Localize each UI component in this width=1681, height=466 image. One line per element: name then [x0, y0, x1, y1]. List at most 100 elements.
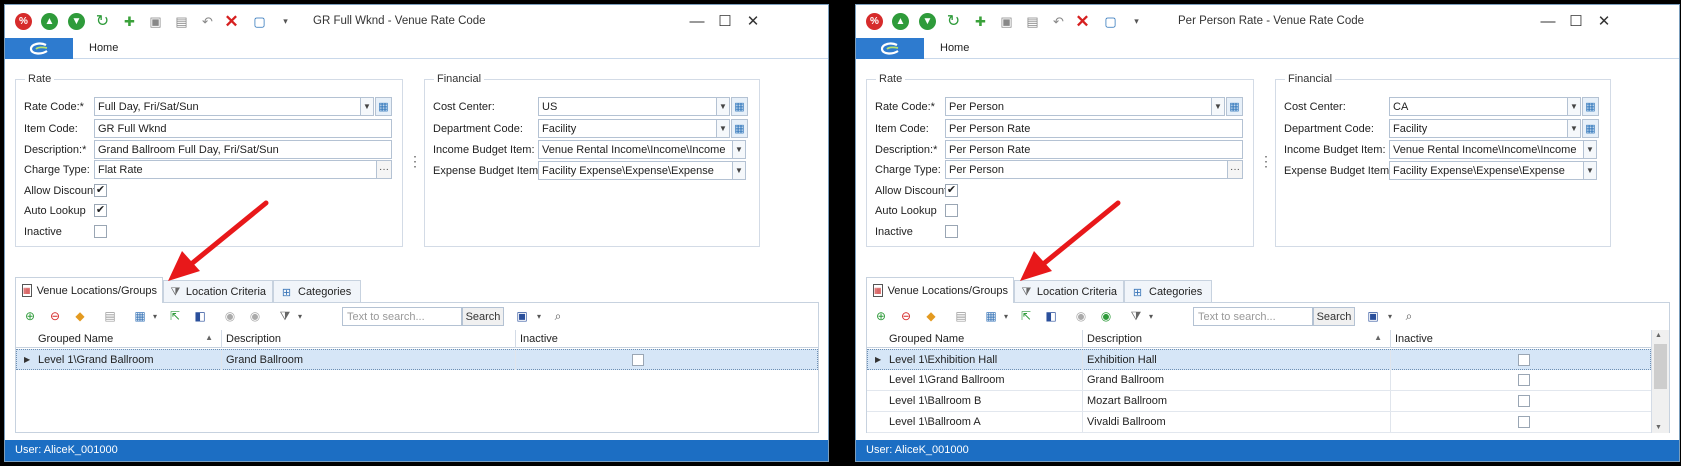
inactive-checkbox[interactable]	[1518, 354, 1530, 366]
charge-type-input[interactable]: Per Person	[945, 160, 1228, 179]
lookup-grid-icon[interactable]: ▦	[731, 97, 748, 116]
columns-icon[interactable]: ▦	[983, 308, 999, 324]
ellipsis-button[interactable]: ···	[376, 160, 392, 179]
move-down-icon[interactable]: ◉	[247, 308, 263, 324]
description-input[interactable]: Grand Ballroom Full Day, Fri/Sat/Sun	[94, 140, 392, 159]
expense-budget-item-select[interactable]: Facility Expense\Expense\Expense	[1389, 161, 1584, 180]
search-button[interactable]: Search	[1313, 307, 1355, 326]
search-button[interactable]: Search	[462, 307, 504, 326]
table-row[interactable]: ▶ Level 1\Exhibition Hall Exhibition Hal…	[867, 349, 1651, 370]
move-up-icon[interactable]: ▲	[41, 13, 58, 30]
book-icon[interactable]: ◧	[1043, 308, 1059, 324]
close-icon[interactable]: ✕	[1593, 12, 1615, 30]
search-input[interactable]: Text to search...	[342, 307, 462, 326]
chevron-down-icon[interactable]: ▼	[1567, 97, 1581, 116]
cost-center-select[interactable]: CA	[1389, 97, 1568, 116]
chevron-down-icon[interactable]: ▾	[531, 308, 547, 324]
department-code-select[interactable]: Facility	[1389, 119, 1568, 138]
lookup-grid-icon[interactable]: ▦	[1582, 119, 1599, 138]
customize-toolbar-icon[interactable]: ▾	[277, 13, 294, 30]
minimize-icon[interactable]: —	[1537, 12, 1559, 30]
column-header-grouped-name[interactable]: Grouped Name	[885, 330, 1083, 348]
delete-icon[interactable]: ✕	[1074, 13, 1091, 30]
refresh-icon[interactable]: ↻	[94, 13, 111, 30]
add-icon[interactable]: ⊕	[873, 308, 889, 324]
tab-venue-locations-groups[interactable]: ▦ Venue Locations/Groups	[15, 277, 163, 303]
expense-budget-item-select[interactable]: Facility Expense\Expense\Expense	[538, 161, 733, 180]
chevron-down-icon[interactable]: ▼	[716, 97, 730, 116]
save-icon[interactable]: ▣	[998, 13, 1015, 30]
lookup-grid-icon[interactable]: ▦	[1582, 97, 1599, 116]
inactive-checkbox[interactable]	[94, 225, 107, 238]
auto-lookup-checkbox[interactable]	[945, 204, 958, 217]
save-close-icon[interactable]: ▤	[173, 13, 190, 30]
columns-icon[interactable]: ▦	[132, 308, 148, 324]
book-icon[interactable]: ◧	[192, 308, 208, 324]
export-icon[interactable]: ⇱	[167, 308, 183, 324]
cost-center-select[interactable]: US	[538, 97, 717, 116]
chevron-down-icon[interactable]: ▾	[998, 308, 1014, 324]
allow-discount-checkbox[interactable]: ✔	[94, 184, 107, 197]
chevron-down-icon[interactable]: ▾	[1382, 308, 1398, 324]
description-input[interactable]: Per Person Rate	[945, 140, 1243, 159]
chevron-down-icon[interactable]: ▼	[360, 97, 374, 116]
delete-icon[interactable]: ✕	[223, 13, 240, 30]
rate-code-select[interactable]: Per Person	[945, 97, 1212, 116]
tab-categories[interactable]: ⊞ Categories	[1124, 280, 1212, 303]
file-menu-button[interactable]	[5, 38, 73, 59]
column-header-grouped-name[interactable]: Grouped Name ▲	[34, 330, 222, 348]
ellipsis-button[interactable]: ···	[1227, 160, 1243, 179]
chevron-down-icon[interactable]: ▼	[716, 119, 730, 138]
lookup-grid-icon[interactable]: ▦	[1226, 97, 1243, 116]
auto-lookup-checkbox[interactable]: ✔	[94, 204, 107, 217]
inactive-checkbox[interactable]	[1518, 395, 1530, 407]
table-row[interactable]: Level 1\Grand Ballroom Grand Ballroom	[867, 370, 1651, 391]
inactive-checkbox[interactable]	[1518, 416, 1530, 428]
customize-toolbar-icon[interactable]: ▾	[1128, 13, 1145, 30]
tab-categories[interactable]: ⊞ Categories	[273, 280, 361, 303]
splitter-handle[interactable]: ⋮	[408, 153, 422, 170]
chevron-down-icon[interactable]: ▼	[1583, 140, 1597, 159]
scroll-up-icon[interactable]: ▲	[1655, 332, 1662, 339]
maximize-icon[interactable]: ☐	[1565, 12, 1587, 30]
close-icon[interactable]: ✕	[742, 12, 764, 30]
find-icon[interactable]: ⌕	[1401, 308, 1417, 324]
filter-icon[interactable]: ⧩	[1128, 308, 1144, 324]
chevron-down-icon[interactable]: ▼	[1567, 119, 1581, 138]
copy-icon[interactable]: ▤	[102, 308, 118, 324]
inactive-checkbox[interactable]	[632, 354, 644, 366]
save-and-new-icon[interactable]: ✚	[972, 13, 989, 30]
save-and-new-icon[interactable]: ✚	[121, 13, 138, 30]
file-menu-button[interactable]	[856, 38, 924, 59]
splitter-handle[interactable]: ⋮	[1259, 153, 1273, 170]
undo-icon[interactable]: ↶	[1050, 13, 1067, 30]
move-down-icon[interactable]: ▼	[919, 13, 936, 30]
minimize-icon[interactable]: —	[686, 12, 708, 30]
chevron-down-icon[interactable]: ▼	[732, 140, 746, 159]
remove-icon[interactable]: ⊖	[898, 308, 914, 324]
refresh-icon[interactable]: ↻	[945, 13, 962, 30]
chevron-down-icon[interactable]: ▾	[292, 308, 308, 324]
department-code-select[interactable]: Facility	[538, 119, 717, 138]
ribbon-tab-home[interactable]: Home	[940, 42, 969, 54]
move-up-icon[interactable]: ▲	[892, 13, 909, 30]
save-layout-icon[interactable]: ▣	[514, 308, 530, 324]
item-code-input[interactable]: GR Full Wknd	[94, 119, 392, 138]
filter-icon[interactable]: ⧩	[277, 308, 293, 324]
lookup-grid-icon[interactable]: ▦	[375, 97, 392, 116]
app-logo-icon[interactable]: %	[15, 13, 32, 30]
chevron-down-icon[interactable]: ▼	[732, 161, 746, 180]
table-row[interactable]: Level 1\Ballroom B Mozart Ballroom	[867, 391, 1651, 412]
save-icon[interactable]: ▣	[147, 13, 164, 30]
inactive-checkbox[interactable]	[945, 225, 958, 238]
vertical-scrollbar[interactable]: ▲ ▼	[1651, 330, 1669, 433]
table-row[interactable]: ▶ Level 1\Grand Ballroom Grand Ballroom	[16, 349, 818, 370]
document-icon[interactable]: ▢	[251, 13, 268, 30]
lookup-grid-icon[interactable]: ▦	[731, 119, 748, 138]
undo-icon[interactable]: ↶	[199, 13, 216, 30]
income-budget-item-select[interactable]: Venue Rental Income\Income\Income	[1389, 140, 1584, 159]
tab-venue-locations-groups[interactable]: ▦ Venue Locations/Groups	[866, 277, 1014, 303]
save-close-icon[interactable]: ▤	[1024, 13, 1041, 30]
charge-type-input[interactable]: Flat Rate	[94, 160, 377, 179]
rate-code-select[interactable]: Full Day, Fri/Sat/Sun	[94, 97, 361, 116]
